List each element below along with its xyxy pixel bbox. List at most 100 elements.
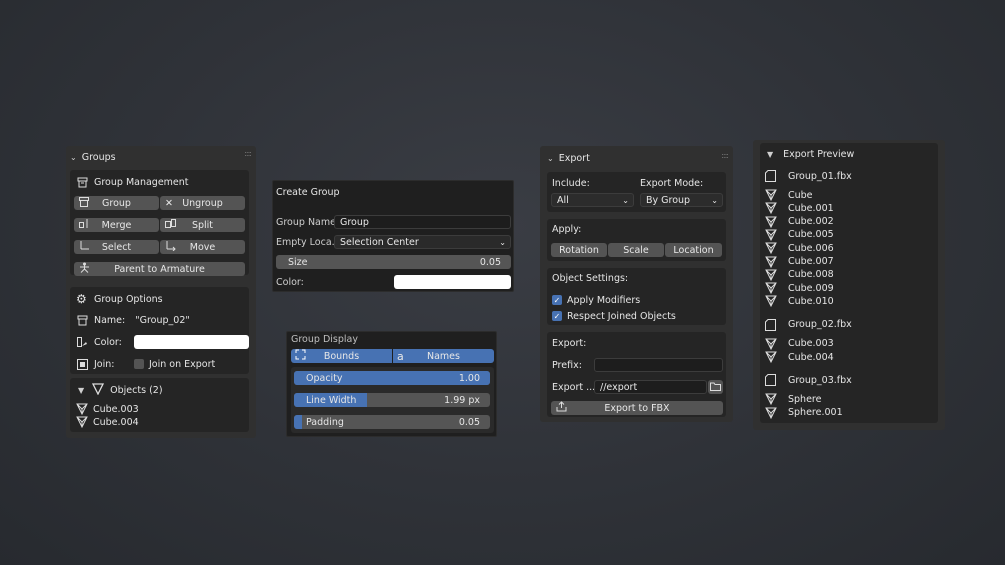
scale-button[interactable]: Scale bbox=[608, 243, 664, 257]
list-item[interactable]: Cube bbox=[765, 189, 813, 201]
triangle-down-icon: ▼ bbox=[78, 385, 85, 395]
groups-header[interactable]: ⌄ Groups bbox=[70, 149, 116, 165]
drag-grip-icon[interactable]: :::: bbox=[721, 151, 729, 160]
chevron-down-icon: ⌄ bbox=[547, 153, 554, 163]
chevron-down-icon: ⌄ bbox=[499, 237, 506, 247]
mesh-icon bbox=[76, 416, 88, 428]
split-button[interactable]: Split bbox=[160, 218, 245, 232]
bounds-toggle[interactable]: Bounds bbox=[291, 349, 392, 363]
mesh-icon bbox=[765, 295, 777, 308]
list-item[interactable]: Sphere.001 bbox=[765, 407, 843, 419]
apply-modifiers-checkbox[interactable]: ✓ Apply Modifiers bbox=[552, 294, 640, 306]
mesh-icon bbox=[765, 216, 777, 228]
objects-section: ▼ Objects (2) Cube.003 Cube.004 bbox=[70, 378, 249, 432]
mesh-icon bbox=[765, 189, 777, 201]
prefix-input[interactable] bbox=[594, 358, 723, 372]
name-label: Name: bbox=[94, 314, 126, 326]
select-button[interactable]: Select bbox=[74, 240, 159, 254]
checkbox-icon bbox=[134, 359, 144, 369]
apply-label: Apply: bbox=[552, 224, 582, 235]
prefix-label: Prefix: bbox=[552, 360, 582, 371]
join-icon bbox=[76, 358, 88, 370]
triangle-down-icon: ▼ bbox=[767, 149, 774, 159]
size-slider[interactable]: Size 0.05 bbox=[276, 255, 511, 269]
mesh-icon bbox=[765, 229, 777, 241]
file-item[interactable]: Group_02.fbx bbox=[765, 318, 852, 332]
list-item[interactable]: Cube.007 bbox=[765, 256, 834, 268]
create-color-label: Color: bbox=[276, 277, 304, 288]
cursor-select-icon bbox=[79, 240, 90, 254]
bounds-icon bbox=[295, 349, 306, 363]
names-toggle[interactable]: a Names bbox=[393, 349, 494, 363]
list-item[interactable]: Cube.008 bbox=[765, 269, 834, 281]
export-path-input[interactable]: //export bbox=[594, 380, 707, 394]
location-button[interactable]: Location bbox=[665, 243, 722, 257]
file-icon bbox=[765, 318, 777, 331]
split-icon bbox=[165, 218, 176, 232]
export-to-fbx-button[interactable]: Export to FBX bbox=[551, 401, 723, 415]
chevron-down-icon: ⌄ bbox=[622, 195, 629, 205]
list-item[interactable]: Cube.003 bbox=[76, 403, 139, 415]
group-button[interactable]: Group bbox=[74, 196, 159, 210]
move-icon bbox=[165, 240, 176, 254]
empty-location-select[interactable]: Selection Center ⌄ bbox=[334, 235, 511, 249]
group-name-input[interactable]: Group bbox=[334, 215, 511, 229]
export-preview-title: Export Preview bbox=[783, 148, 855, 160]
respect-joined-checkbox[interactable]: ✓ Respect Joined Objects bbox=[552, 310, 676, 322]
file-item[interactable]: Group_03.fbx bbox=[765, 373, 852, 387]
display-sliders-section: Opacity 1.00 Line Width 1.99 px Padding … bbox=[291, 367, 494, 433]
group-management-label: Group Management bbox=[94, 176, 189, 188]
mesh-icon bbox=[765, 242, 777, 255]
merge-button[interactable]: Merge bbox=[74, 218, 159, 232]
objects-header[interactable]: ▼ Objects (2) bbox=[78, 382, 163, 398]
checkmark-icon: ✓ bbox=[552, 295, 562, 305]
export-label: Export: bbox=[552, 338, 587, 349]
apply-section: Apply: Rotation Scale Location bbox=[547, 219, 726, 261]
list-item[interactable]: Cube.009 bbox=[765, 282, 834, 295]
mesh-icon bbox=[765, 393, 777, 406]
mesh-icon bbox=[92, 382, 105, 398]
group-display-title: Group Display bbox=[291, 334, 358, 345]
close-icon: ✕ bbox=[165, 197, 173, 209]
move-button[interactable]: Move bbox=[160, 240, 245, 254]
list-item[interactable]: Cube.006 bbox=[765, 242, 834, 255]
ungroup-button[interactable]: ✕ Ungroup bbox=[160, 196, 245, 210]
create-color-field[interactable] bbox=[394, 275, 511, 289]
export-path-label: Export ... bbox=[552, 382, 596, 393]
padding-slider[interactable]: Padding 0.05 bbox=[294, 415, 490, 429]
mesh-icon bbox=[765, 202, 777, 215]
create-group-title: Create Group bbox=[276, 187, 340, 198]
list-item[interactable]: Cube.002 bbox=[765, 216, 834, 228]
join-label: Join: bbox=[94, 358, 115, 370]
export-mode-select[interactable]: By Group ⌄ bbox=[640, 193, 723, 207]
list-item[interactable]: Cube.005 bbox=[765, 229, 834, 241]
text-icon: a bbox=[397, 349, 404, 363]
create-group-dialog: Create Group Group Name: Group Empty Loc… bbox=[272, 180, 514, 292]
include-select[interactable]: All ⌄ bbox=[551, 193, 634, 207]
opacity-slider[interactable]: Opacity 1.00 bbox=[294, 371, 490, 385]
parent-to-armature-button[interactable]: Parent to Armature bbox=[74, 262, 245, 276]
export-preview-header[interactable]: ▼ Export Preview bbox=[767, 147, 854, 161]
group-color-field[interactable] bbox=[134, 335, 249, 349]
mesh-icon bbox=[765, 407, 777, 419]
export-header[interactable]: ⌄ Export bbox=[547, 150, 590, 166]
list-item[interactable]: Cube.004 bbox=[765, 351, 834, 363]
file-item[interactable]: Group_01.fbx bbox=[765, 169, 852, 183]
archive-icon bbox=[76, 315, 88, 326]
list-item[interactable]: Cube.004 bbox=[76, 416, 139, 428]
drag-grip-icon[interactable]: :::: bbox=[244, 149, 252, 158]
line-width-slider[interactable]: Line Width 1.99 px bbox=[294, 393, 490, 407]
rotation-button[interactable]: Rotation bbox=[551, 243, 607, 257]
group-icon bbox=[79, 196, 89, 210]
list-item[interactable]: Sphere bbox=[765, 393, 821, 406]
list-item[interactable]: Cube.010 bbox=[765, 295, 834, 308]
mesh-icon bbox=[765, 269, 777, 281]
browse-folder-button[interactable] bbox=[708, 380, 723, 394]
export-mode-label: Export Mode: bbox=[640, 178, 704, 189]
join-on-export-checkbox[interactable]: Join on Export bbox=[134, 357, 215, 371]
export-panel: ⌄ Export :::: Include: Export Mode: All … bbox=[540, 146, 733, 422]
list-item[interactable]: Cube.003 bbox=[765, 338, 834, 350]
object-settings-label: Object Settings: bbox=[552, 273, 629, 284]
empty-location-label: Empty Loca... bbox=[276, 237, 341, 248]
list-item[interactable]: Cube.001 bbox=[765, 202, 834, 215]
